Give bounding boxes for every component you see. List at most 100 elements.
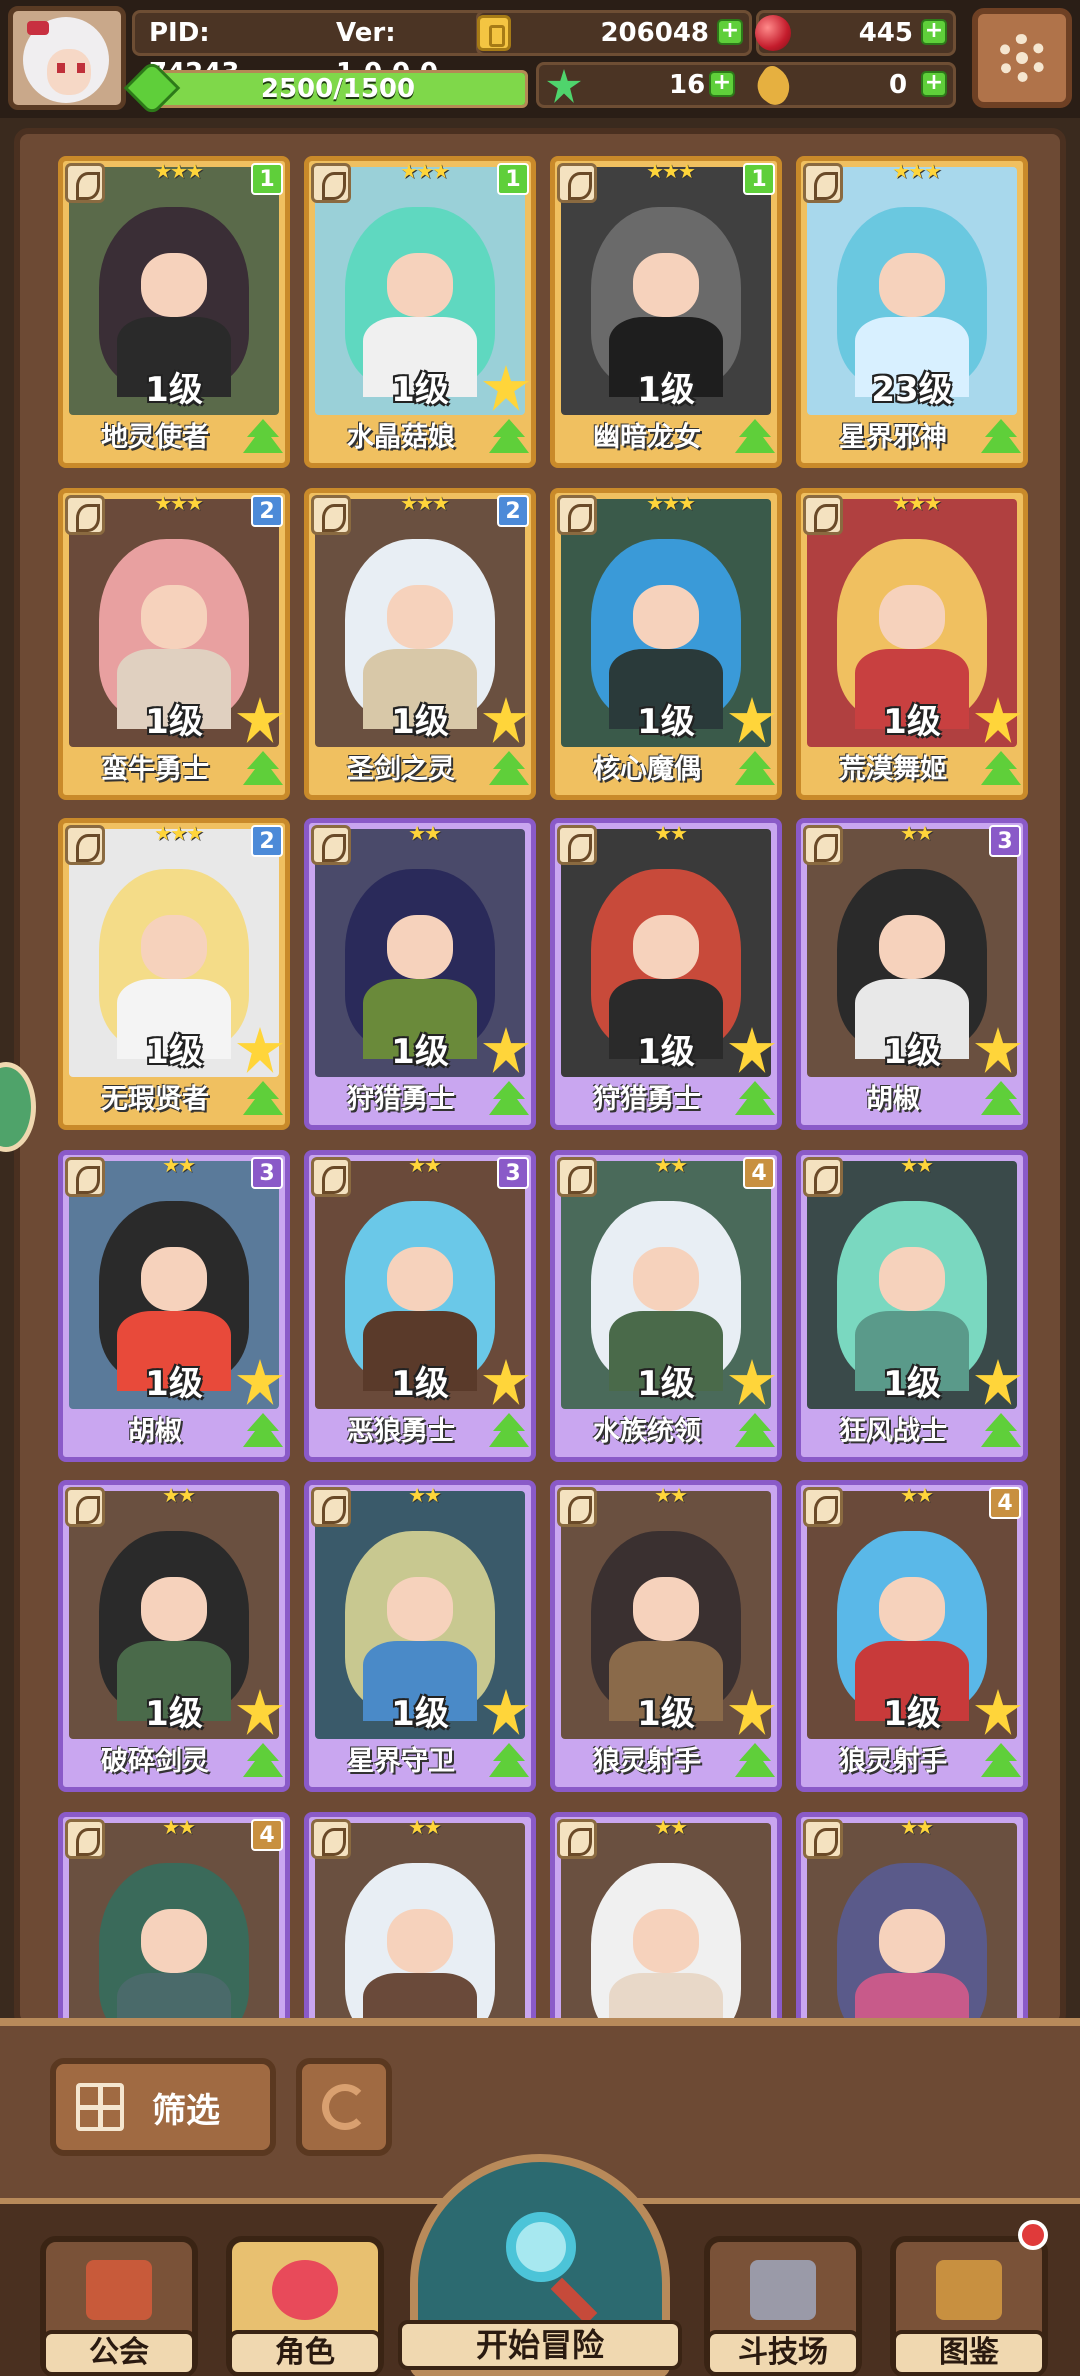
filter-label: 筛选 <box>152 2090 220 2131</box>
class-icon <box>557 495 597 535</box>
skill-tree-icon[interactable] <box>981 1743 1021 1777</box>
character-name: 星界守卫 <box>347 1746 455 1777</box>
class-icon <box>65 1819 105 1859</box>
character-card[interactable]: ★★ 1级 破碎剑灵 <box>58 1480 290 1792</box>
version-label: Ver: 1.0.0.0 <box>336 18 438 88</box>
skill-tree-icon[interactable] <box>735 751 775 785</box>
gem-value: 445 <box>858 18 913 48</box>
nav-characters-label: 角色 <box>228 2330 382 2376</box>
add-material-a-button[interactable]: + <box>709 71 735 97</box>
character-card[interactable]: ★★ <box>796 1812 1028 2020</box>
portrait-face <box>141 585 207 649</box>
class-icon <box>311 825 351 865</box>
class-icon <box>65 495 105 535</box>
character-card[interactable]: ★★ 4 1级 狼灵射手 <box>796 1480 1028 1792</box>
skill-tree-icon[interactable] <box>489 419 529 453</box>
character-name: 狼灵射手 <box>593 1746 701 1777</box>
character-grid[interactable]: ★★★ 1 1级 地灵使者 ★★★ 1 1级 水晶菇娘 ★★★ 1 1级 幽暗龙女 ★★★ 23级 星界邪神… <box>40 150 1040 2020</box>
class-icon <box>803 825 843 865</box>
character-card[interactable]: ★★ 4 <box>58 1812 290 2020</box>
energy-row: 2500/1500 <box>123 59 532 117</box>
guild-icon <box>86 2260 152 2320</box>
character-card[interactable]: ★★ 3 1级 胡椒 <box>796 818 1028 1130</box>
skill-tree-icon[interactable] <box>981 1081 1021 1115</box>
book-icon <box>936 2260 1002 2320</box>
skill-tree-icon[interactable] <box>735 1743 775 1777</box>
tier-badge: 3 <box>251 1157 283 1189</box>
feather-icon <box>750 62 798 110</box>
skill-tree-icon[interactable] <box>735 1081 775 1115</box>
character-name: 狼灵射手 <box>839 1746 947 1777</box>
character-card[interactable]: ★★ 1级 狩猎勇士 <box>550 818 782 1130</box>
skill-tree-icon[interactable] <box>243 1743 283 1777</box>
skill-tree-icon[interactable] <box>489 1413 529 1447</box>
skill-tree-icon[interactable] <box>243 1081 283 1115</box>
skill-tree-icon[interactable] <box>981 751 1021 785</box>
energy-text: 2500/1500 <box>260 74 416 104</box>
character-card[interactable]: ★★ 4 1级 水族统领 <box>550 1150 782 1462</box>
character-card[interactable]: ★★ 1级 星界守卫 <box>304 1480 536 1792</box>
character-icon <box>272 2260 338 2320</box>
skill-tree-icon[interactable] <box>243 419 283 453</box>
settings-button[interactable] <box>972 8 1072 108</box>
character-card[interactable]: ★★ <box>304 1812 536 2020</box>
character-card[interactable]: ★★ 3 1级 恶狼勇士 <box>304 1150 536 1462</box>
skill-tree-icon[interactable] <box>735 1413 775 1447</box>
skill-tree-icon[interactable] <box>489 751 529 785</box>
reset-button[interactable] <box>296 2058 392 2156</box>
class-icon <box>803 163 843 203</box>
character-name: 狂风战士 <box>839 1416 947 1447</box>
tier-badge: 3 <box>497 1157 529 1189</box>
filter-button[interactable]: 筛选 <box>50 2058 276 2156</box>
class-icon <box>803 1157 843 1197</box>
nav-guild[interactable]: 公会 <box>40 2236 198 2376</box>
bottom-nav: 公会 角色 开始冒险 斗技场 图鉴 <box>0 2154 1080 2376</box>
skill-tree-icon[interactable] <box>243 1413 283 1447</box>
character-card[interactable]: ★★ 1级 狂风战士 <box>796 1150 1028 1462</box>
character-card[interactable]: ★★★ 1级 核心魔偶 <box>550 488 782 800</box>
skill-tree-icon[interactable] <box>981 1413 1021 1447</box>
character-card[interactable]: ★★★ 2 1级 无瑕贤者 <box>58 818 290 1130</box>
tier-badge: 2 <box>251 825 283 857</box>
skill-tree-icon[interactable] <box>489 1081 529 1115</box>
character-card[interactable]: ★★★ 23级 星界邪神 <box>796 156 1028 468</box>
tier-badge: 2 <box>251 495 283 527</box>
add-gem-button[interactable]: + <box>921 19 947 45</box>
character-card[interactable]: ★★★ 1 1级 地灵使者 <box>58 156 290 468</box>
character-card[interactable]: ★★★ 1 1级 幽暗龙女 <box>550 156 782 468</box>
portrait-face <box>879 253 945 317</box>
nav-arena[interactable]: 斗技场 <box>704 2236 862 2376</box>
character-card[interactable]: ★★★ 1级 荒漠舞姬 <box>796 488 1028 800</box>
character-card[interactable]: ★★★ 2 1级 蛮牛勇士 <box>58 488 290 800</box>
add-material-b-button[interactable]: + <box>921 71 947 97</box>
character-card[interactable]: ★★ <box>550 1812 782 2020</box>
character-card[interactable]: ★★ 1级 狼灵射手 <box>550 1480 782 1792</box>
portrait-face <box>141 253 207 317</box>
character-name: 星界邪神 <box>839 422 947 453</box>
skill-tree-icon[interactable] <box>489 1743 529 1777</box>
level-label: 1级 <box>145 370 203 410</box>
class-icon <box>65 1157 105 1197</box>
add-gold-button[interactable]: + <box>717 19 743 45</box>
class-icon <box>311 495 351 535</box>
character-name: 胡椒 <box>866 1084 920 1115</box>
material-b-value: 0 <box>889 70 908 100</box>
tier-badge: 4 <box>251 1819 283 1851</box>
tier-badge: 2 <box>497 495 529 527</box>
player-avatar[interactable] <box>8 6 126 110</box>
notification-dot <box>1018 2220 1048 2250</box>
rarity-stars: ★★ <box>654 821 688 845</box>
player-info-bar: PID: 74243 Ver: 1.0.0.0 <box>132 10 502 88</box>
character-card[interactable]: ★★ 3 1级 胡椒 <box>58 1150 290 1462</box>
character-card[interactable]: ★★ 1级 狩猎勇士 <box>304 818 536 1130</box>
character-name: 地灵使者 <box>101 422 209 453</box>
nav-characters[interactable]: 角色 <box>226 2236 384 2376</box>
character-card[interactable]: ★★★ 1 1级 水晶菇娘 <box>304 156 536 468</box>
character-card[interactable]: ★★★ 2 1级 圣剑之灵 <box>304 488 536 800</box>
skill-tree-icon[interactable] <box>735 419 775 453</box>
skill-tree-icon[interactable] <box>243 751 283 785</box>
nav-codex[interactable]: 图鉴 <box>890 2220 1048 2376</box>
skill-tree-icon[interactable] <box>981 419 1021 453</box>
character-name: 蛮牛勇士 <box>101 754 209 785</box>
coin-icon <box>477 15 511 51</box>
